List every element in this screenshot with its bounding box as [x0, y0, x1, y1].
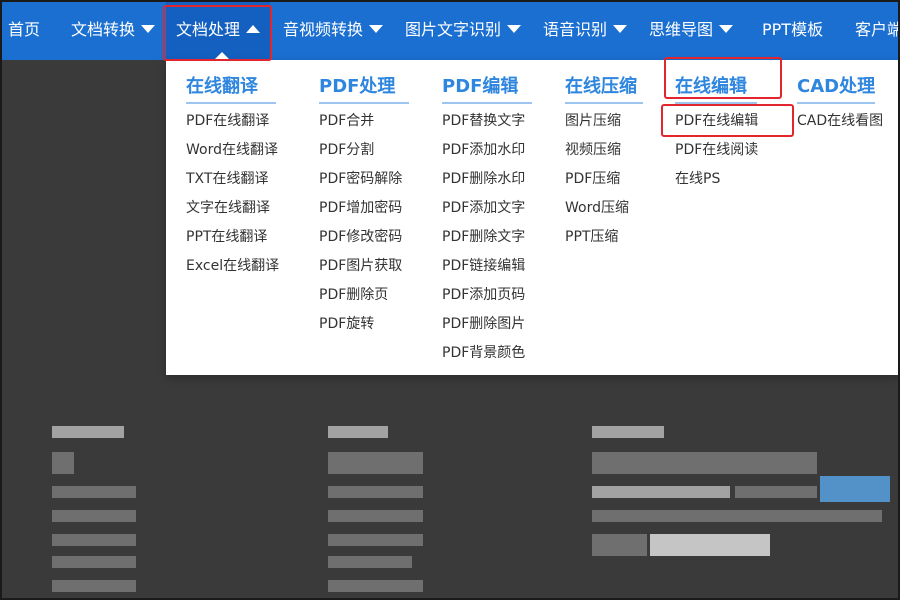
menu-item[interactable]: 在线PS: [675, 168, 720, 188]
menu-item-pdf-online-edit[interactable]: PDF在线编辑: [675, 110, 758, 130]
nav-client-label: 客户端: [855, 20, 900, 39]
nav-mindmap-label: 思维导图: [649, 20, 714, 39]
nav-doc-process-label: 文档处理: [176, 20, 241, 39]
menu-item[interactable]: PDF合并: [319, 110, 374, 130]
chevron-down-icon: [369, 25, 384, 33]
blurred-text: [328, 510, 423, 522]
menu-item[interactable]: PDF修改密码: [319, 226, 402, 246]
column-title: 在线压缩: [565, 76, 637, 97]
nav-home[interactable]: 首页: [8, 0, 40, 60]
blurred-text: [650, 534, 770, 556]
nav-home-label: 首页: [8, 20, 41, 39]
menu-item[interactable]: PPT压缩: [565, 226, 618, 246]
blurred-text: [328, 486, 423, 498]
blurred-button: [820, 476, 890, 502]
blurred-text: [52, 556, 136, 568]
blurred-text: [52, 452, 74, 474]
nav-doc-convert-label: 文档转换: [71, 20, 136, 39]
nav-av-convert[interactable]: 音视频转换: [283, 0, 384, 60]
menu-item[interactable]: PDF在线翻译: [186, 110, 269, 130]
nav-mindmap[interactable]: 思维导图: [649, 0, 734, 60]
column-underline: [442, 102, 532, 104]
blurred-text: [52, 426, 124, 438]
blurred-text: [328, 580, 423, 592]
menu-item[interactable]: 视频压缩: [565, 139, 621, 159]
menu-item[interactable]: PPT在线翻译: [186, 226, 267, 246]
menu-item[interactable]: PDF背景颜色: [442, 342, 525, 362]
menu-item[interactable]: PDF删除图片: [442, 313, 525, 333]
menu-item[interactable]: 图片压缩: [565, 110, 621, 130]
column-underline: [186, 102, 276, 104]
top-navbar: 首页 文档转换 文档处理 音视频转换 图片文字识别 语音识别 思维导图 PPT模…: [0, 0, 900, 60]
column-title: 在线翻译: [186, 76, 258, 97]
blurred-text: [592, 534, 647, 556]
nav-ocr-label: 图片文字识别: [405, 20, 502, 39]
chevron-down-icon: [613, 25, 628, 33]
menu-item[interactable]: PDF替换文字: [442, 110, 525, 130]
column-underline: [675, 102, 757, 104]
blurred-text: [592, 452, 817, 474]
column-underline: [797, 102, 875, 104]
menu-item[interactable]: PDF删除水印: [442, 168, 525, 188]
menu-item[interactable]: PDF链接编辑: [442, 255, 525, 275]
blurred-text: [328, 426, 388, 438]
nav-speech[interactable]: 语音识别: [543, 0, 628, 60]
menu-item[interactable]: PDF增加密码: [319, 197, 402, 217]
blurred-text: [592, 426, 664, 438]
column-title: PDF编辑: [442, 76, 519, 97]
chevron-up-icon: [246, 25, 261, 33]
blurred-text: [52, 486, 136, 498]
blurred-text: [592, 486, 730, 498]
chevron-down-icon: [719, 25, 734, 33]
blurred-text: [52, 580, 136, 592]
menu-item[interactable]: PDF密码解除: [319, 168, 402, 188]
blurred-text: [328, 556, 412, 568]
nav-ppt[interactable]: PPT模板: [762, 0, 823, 60]
column-underline: [565, 102, 643, 104]
column-title: PDF处理: [319, 76, 396, 97]
column-underline: [319, 102, 409, 104]
blurred-text: [328, 534, 423, 546]
menu-item[interactable]: Word在线翻译: [186, 139, 278, 159]
blurred-text: [592, 510, 882, 522]
blurred-text: [52, 510, 136, 522]
blurred-text: [52, 534, 136, 546]
menu-item[interactable]: PDF删除页: [319, 284, 388, 304]
menu-item[interactable]: TXT在线翻译: [186, 168, 268, 188]
nav-ocr[interactable]: 图片文字识别: [405, 0, 522, 60]
menu-item[interactable]: CAD在线看图: [797, 110, 883, 130]
column-title: CAD处理: [797, 76, 876, 97]
nav-doc-convert[interactable]: 文档转换: [71, 0, 156, 60]
dropdown-menu: 在线翻译 PDF在线翻译 Word在线翻译 TXT在线翻译 文字在线翻译 PPT…: [166, 60, 900, 375]
nav-speech-label: 语音识别: [543, 20, 608, 39]
chevron-down-icon: [141, 25, 156, 33]
nav-av-convert-label: 音视频转换: [283, 20, 364, 39]
menu-item[interactable]: Word压缩: [565, 197, 629, 217]
menu-item[interactable]: PDF删除文字: [442, 226, 525, 246]
menu-item[interactable]: PDF旋转: [319, 313, 374, 333]
menu-item[interactable]: 文字在线翻译: [186, 197, 270, 217]
menu-item[interactable]: PDF图片获取: [319, 255, 402, 275]
menu-item[interactable]: PDF添加水印: [442, 139, 525, 159]
blurred-text: [735, 486, 817, 498]
menu-item[interactable]: PDF分割: [319, 139, 374, 159]
menu-item[interactable]: PDF添加文字: [442, 197, 525, 217]
blurred-text: [328, 452, 423, 474]
menu-item[interactable]: PDF添加页码: [442, 284, 525, 304]
chevron-down-icon: [507, 25, 522, 33]
nav-ppt-label: PPT模板: [762, 20, 824, 39]
column-title: 在线编辑: [675, 76, 747, 97]
menu-item[interactable]: PDF在线阅读: [675, 139, 758, 159]
menu-item[interactable]: PDF压缩: [565, 168, 620, 188]
nav-client[interactable]: 客户端: [855, 0, 900, 60]
dropdown-pointer: [213, 52, 231, 61]
menu-item[interactable]: Excel在线翻译: [186, 255, 279, 275]
nav-doc-process[interactable]: 文档处理: [166, 0, 270, 60]
